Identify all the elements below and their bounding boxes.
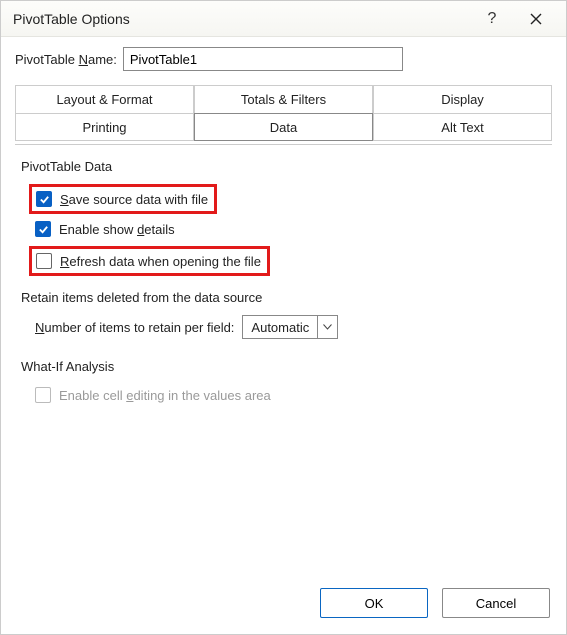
label-refresh-on-open: Refresh data when opening the file bbox=[60, 254, 261, 269]
tab-data[interactable]: Data bbox=[194, 113, 373, 141]
group-whatif: What-If Analysis bbox=[21, 359, 546, 374]
select-retain-per-field[interactable]: Automatic bbox=[242, 315, 338, 339]
checkbox-enable-show-details[interactable] bbox=[35, 221, 51, 237]
tabstrip: Layout & Format Totals & Filters Display… bbox=[15, 85, 552, 141]
tab-alt-text[interactable]: Alt Text bbox=[373, 113, 552, 141]
cancel-button[interactable]: Cancel bbox=[442, 588, 550, 618]
row-enable-show-details: Enable show details bbox=[35, 218, 546, 240]
pivottable-name-row: PivotTable Name: bbox=[15, 47, 552, 71]
pivottable-options-dialog: PivotTable Options ? PivotTable Name: La… bbox=[0, 0, 567, 635]
checkbox-enable-cell-editing bbox=[35, 387, 51, 403]
select-retain-value: Automatic bbox=[243, 316, 317, 338]
pivottable-name-label: PivotTable Name: bbox=[15, 52, 117, 67]
close-button[interactable] bbox=[514, 4, 558, 34]
row-enable-cell-editing: Enable cell editing in the values area bbox=[35, 384, 546, 406]
tab-totals-filters[interactable]: Totals & Filters bbox=[194, 85, 373, 113]
check-icon bbox=[39, 194, 50, 205]
help-button[interactable]: ? bbox=[470, 4, 514, 34]
highlight-refresh-open: Refresh data when opening the file bbox=[29, 246, 270, 276]
tab-panel-data: PivotTable Data Save source data with fi… bbox=[15, 144, 552, 576]
checkbox-refresh-on-open[interactable] bbox=[36, 253, 52, 269]
pivottable-name-input[interactable] bbox=[123, 47, 403, 71]
label-save-source-data: Save source data with file bbox=[60, 192, 208, 207]
label-retain-per-field: Number of items to retain per field: bbox=[35, 320, 234, 335]
highlight-save-source: Save source data with file bbox=[29, 184, 217, 214]
tab-printing[interactable]: Printing bbox=[15, 113, 194, 141]
titlebar: PivotTable Options ? bbox=[1, 1, 566, 37]
close-icon bbox=[530, 13, 542, 25]
check-icon bbox=[38, 224, 49, 235]
dialog-footer: OK Cancel bbox=[1, 576, 566, 634]
tab-layout-format[interactable]: Layout & Format bbox=[15, 85, 194, 113]
ok-button[interactable]: OK bbox=[320, 588, 428, 618]
row-retain-per-field: Number of items to retain per field: Aut… bbox=[35, 315, 546, 339]
dialog-title: PivotTable Options bbox=[13, 11, 470, 27]
tab-display[interactable]: Display bbox=[373, 85, 552, 113]
group-retain-items: Retain items deleted from the data sourc… bbox=[21, 290, 546, 305]
checkbox-save-source-data[interactable] bbox=[36, 191, 52, 207]
label-enable-cell-editing: Enable cell editing in the values area bbox=[59, 388, 271, 403]
label-enable-show-details: Enable show details bbox=[59, 222, 175, 237]
chevron-down-icon bbox=[317, 316, 337, 338]
group-pivottable-data: PivotTable Data bbox=[21, 159, 546, 174]
